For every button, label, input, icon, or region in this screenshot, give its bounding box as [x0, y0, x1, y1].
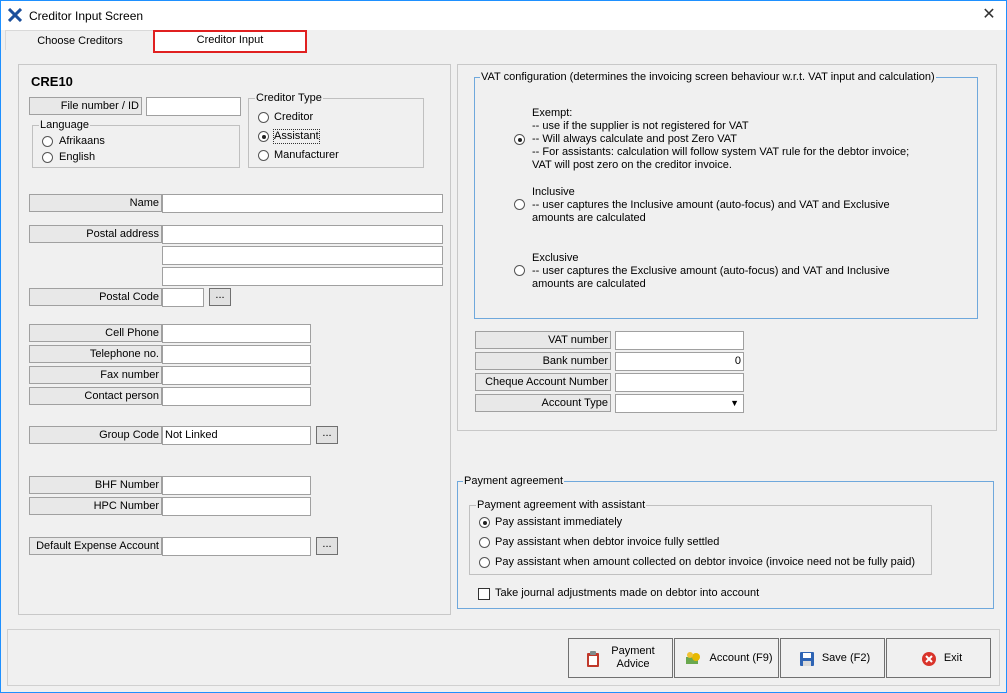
account-button[interactable]: Account (F9) — [674, 638, 779, 678]
tab-choose-creditors[interactable]: Choose Creditors — [5, 30, 155, 50]
exit-label: Exit — [943, 652, 963, 664]
radio-vat-exclusive[interactable] — [514, 265, 525, 276]
payment-agreement-title: Payment agreement — [463, 475, 565, 487]
fax-label: Fax number — [29, 366, 162, 384]
default-expense-input[interactable] — [162, 537, 311, 556]
postal-address-label: Postal address — [29, 225, 162, 243]
creditor-details-panel: CRE10 File number / ID Language Afrikaan… — [18, 64, 451, 615]
payment-advice-button[interactable]: Payment Advice — [568, 638, 673, 678]
postal-code-lookup-button[interactable]: ... — [209, 288, 231, 306]
postal-address-line-1[interactable] — [162, 225, 443, 244]
creditor-type-title: Creditor Type — [255, 92, 323, 104]
contact-person-label: Contact person — [29, 387, 162, 405]
file-number-input[interactable] — [146, 97, 241, 116]
contact-person-input[interactable] — [162, 387, 311, 406]
file-number-label: File number / ID — [29, 97, 142, 115]
cheque-account-label: Cheque Account Number — [475, 373, 611, 391]
account-type-select[interactable]: ▼ — [615, 394, 744, 413]
telephone-label: Telephone no. — [29, 345, 162, 363]
radio-creditor-label: Creditor — [274, 111, 314, 123]
bhf-number-label: BHF Number — [29, 476, 162, 494]
app-icon — [8, 8, 22, 22]
payment-with-assistant-group: Payment agreement with assistant Pay ass… — [469, 499, 932, 575]
radio-pay-when-collected-label: Pay assistant when amount collected on d… — [495, 556, 916, 568]
radio-pay-when-collected[interactable] — [479, 557, 490, 568]
radio-manufacturer-label: Manufacturer — [274, 149, 339, 161]
radio-manufacturer[interactable] — [258, 150, 269, 161]
title-bar: Creditor Input Screen ✕ — [1, 1, 1006, 30]
close-icon[interactable]: ✕ — [978, 4, 1000, 26]
bhf-number-input[interactable] — [162, 476, 311, 495]
radio-vat-exempt[interactable] — [514, 134, 525, 145]
group-code-input[interactable]: Not Linked — [162, 426, 311, 445]
default-expense-lookup-button[interactable]: ... — [316, 537, 338, 555]
fax-input[interactable] — [162, 366, 311, 385]
language-group-title: Language — [39, 119, 90, 131]
default-expense-label: Default Expense Account — [29, 537, 162, 555]
exit-button[interactable]: Exit — [886, 638, 991, 678]
vat-banking-panel: VAT configuration (determines the invoic… — [457, 64, 997, 431]
chevron-down-icon[interactable]: ▼ — [730, 395, 739, 412]
radio-creditor[interactable] — [258, 112, 269, 123]
postal-code-label: Postal Code — [29, 288, 162, 306]
account-type-label: Account Type — [475, 394, 611, 412]
radio-english-label: English — [59, 151, 96, 163]
close-circle-icon — [922, 652, 936, 666]
button-bar: Payment Advice Account (F9) Save (F2) Ex… — [7, 629, 1000, 686]
group-code-lookup-button[interactable]: ... — [316, 426, 338, 444]
name-label: Name — [29, 194, 162, 212]
radio-pay-when-settled[interactable] — [479, 537, 490, 548]
payment-advice-label: Payment Advice — [611, 645, 655, 670]
cell-phone-label: Cell Phone — [29, 324, 162, 342]
vat-number-input[interactable] — [615, 331, 744, 350]
payment-agreement-group: Payment agreement Payment agreement with… — [457, 475, 994, 609]
save-label: Save (F2) — [821, 652, 871, 664]
money-icon — [686, 652, 700, 664]
creditor-type-group: Creditor Type Creditor Assistant Manufac… — [248, 92, 424, 168]
cell-phone-input[interactable] — [162, 324, 311, 343]
account-label: Account (F9) — [709, 652, 773, 664]
hpc-number-label: HPC Number — [29, 497, 162, 515]
save-button[interactable]: Save (F2) — [780, 638, 885, 678]
journal-adjustments-label: Take journal adjustments made on debtor … — [495, 587, 760, 599]
radio-afrikaans-label: Afrikaans — [59, 135, 105, 147]
cheque-account-input[interactable] — [615, 373, 744, 392]
bank-number-label: Bank number — [475, 352, 611, 370]
vat-config-title: VAT configuration (determines the invoic… — [480, 71, 936, 83]
hpc-number-input[interactable] — [162, 497, 311, 516]
vat-exclusive-text: Exclusive -- user captures the Exclusive… — [532, 252, 890, 290]
window-title: Creditor Input Screen — [29, 9, 144, 23]
vat-exempt-text: Exempt: -- use if the supplier is not re… — [532, 107, 910, 171]
vat-inclusive-text: Inclusive -- user captures the Inclusive… — [532, 186, 890, 224]
postal-address-line-2[interactable] — [162, 246, 443, 265]
radio-assistant-label: Assistant — [273, 129, 320, 144]
radio-pay-immediately[interactable] — [479, 517, 490, 528]
bank-number-input[interactable]: 0 — [615, 352, 744, 371]
save-icon — [800, 652, 814, 666]
clipboard-icon — [587, 651, 599, 667]
vat-config-group: VAT configuration (determines the invoic… — [474, 71, 978, 319]
radio-assistant[interactable] — [258, 131, 269, 142]
creditor-input-window: Creditor Input Screen ✕ Choose Creditors… — [0, 0, 1007, 693]
creditor-code: CRE10 — [31, 74, 73, 89]
postal-address-line-3[interactable] — [162, 267, 443, 286]
vat-number-label: VAT number — [475, 331, 611, 349]
radio-vat-inclusive[interactable] — [514, 199, 525, 210]
radio-pay-when-settled-label: Pay assistant when debtor invoice fully … — [495, 536, 720, 548]
name-input[interactable] — [162, 194, 443, 213]
telephone-input[interactable] — [162, 345, 311, 364]
payment-with-assistant-title: Payment agreement with assistant — [476, 499, 647, 511]
tab-creditor-input[interactable]: Creditor Input — [153, 30, 307, 53]
radio-afrikaans[interactable] — [42, 136, 53, 147]
language-group: Language Afrikaans English — [32, 119, 240, 168]
journal-adjustments-checkbox[interactable] — [478, 588, 490, 600]
radio-pay-immediately-label: Pay assistant immediately — [495, 516, 623, 528]
group-code-label: Group Code — [29, 426, 162, 444]
radio-english[interactable] — [42, 152, 53, 163]
postal-code-input[interactable] — [162, 288, 204, 307]
